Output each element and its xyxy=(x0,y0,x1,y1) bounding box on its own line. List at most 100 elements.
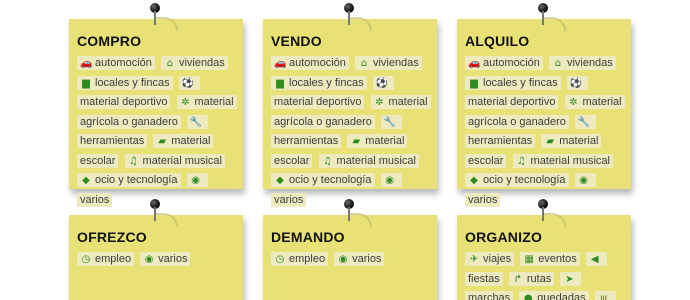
tag-list: 🚗 automoción ⌂ viviendas ▆ locales y fincas… xyxy=(465,54,625,209)
clock-icon: ◷ xyxy=(275,254,285,265)
wrench-icon: 🔧 xyxy=(383,116,397,128)
tag-ocio-y-tecnología[interactable]: ◆ ocio y tecnología xyxy=(271,173,375,187)
tag-list: ✈ viajes ▦ eventos ◀ fiestas ↱ rutas ➤ marcha… xyxy=(465,250,623,300)
tag-label: material musical xyxy=(142,154,222,167)
tag-viviendas[interactable]: ⌂ viviendas xyxy=(548,56,616,70)
cog-icon: ✲ xyxy=(181,97,190,108)
tag-ocio-y-tecnología[interactable]: ◆ ocio y tecnología xyxy=(465,173,569,187)
book-icon: ▰ xyxy=(158,136,167,147)
building-icon: ▆ xyxy=(470,77,478,89)
circle-dot-icon: ◉ xyxy=(579,175,588,186)
pushpin-icon xyxy=(150,3,178,35)
tag-label: automoción xyxy=(289,57,346,69)
tag-label: herramientas xyxy=(468,135,533,147)
note-compro: COMPRO 🚗 automoción ⌂ viviendas ▆ locales y… xyxy=(69,3,243,207)
tag-automoción[interactable]: 🚗 automoción xyxy=(271,56,349,70)
tag-material-musical[interactable]: ♫ material musical xyxy=(124,153,225,168)
tag-label: empleo xyxy=(95,253,132,265)
car-icon: 🚗 xyxy=(274,58,287,69)
pushpin-icon xyxy=(538,3,566,35)
note-alquilo: ALQUILO 🚗 automoción ⌂ viviendas ▆ locales … xyxy=(457,3,631,207)
tag-label: automoción xyxy=(483,57,540,69)
calendar-icon: ▦ xyxy=(524,254,534,265)
home-icon: ⌂ xyxy=(166,58,174,69)
music-icon: ♫ xyxy=(129,155,139,167)
pushpin-icon xyxy=(150,199,178,231)
music-icon: ♫ xyxy=(517,155,527,167)
tag-varios[interactable]: ◉ varios xyxy=(140,252,191,266)
tag-label: varios xyxy=(468,193,498,206)
soccer-ball-icon: ⚽ xyxy=(181,77,195,89)
tag-label: varios xyxy=(158,253,188,265)
tag-automoción[interactable]: 🚗 automoción xyxy=(465,56,543,70)
tag-locales-y-fincas[interactable]: ▆ locales y fincas xyxy=(271,75,367,90)
tag-label: ocio y tecnología xyxy=(483,174,566,186)
pushpin-icon xyxy=(344,199,372,231)
soccer-ball-icon: ⚽ xyxy=(569,77,583,89)
tag-quedadas[interactable]: ● quedadas xyxy=(519,291,589,300)
speaker-icon: ◀ xyxy=(590,254,599,265)
tag-list: 🚗 automoción ⌂ viviendas ▆ locales y fincas… xyxy=(77,54,237,209)
tag-label: herramientas xyxy=(80,135,145,147)
tag-ocio-y-tecnología[interactable]: ◆ ocio y tecnología xyxy=(77,173,181,187)
tag-locales-y-fincas[interactable]: ▆ locales y fincas xyxy=(77,75,173,90)
building-icon: ▆ xyxy=(82,77,90,89)
group-icon: ● xyxy=(523,293,533,300)
tag-label: varios xyxy=(274,193,304,206)
tag-automoción[interactable]: 🚗 automoción xyxy=(77,56,155,70)
cog-icon: ✲ xyxy=(375,97,384,108)
tag-label: marchas xyxy=(468,292,511,300)
tag-viviendas[interactable]: ⌂ viviendas xyxy=(160,56,228,70)
tag-material-musical[interactable]: ♫ material musical xyxy=(318,153,419,168)
tag-empleo[interactable]: ◷ empleo xyxy=(77,252,135,266)
tag-label: herramientas xyxy=(274,135,339,147)
soccer-ball-icon: ⚽ xyxy=(375,77,389,89)
tag-eventos[interactable]: ▦ eventos xyxy=(520,252,580,266)
tag-label: viviendas xyxy=(372,57,419,69)
plane-icon: ✈ xyxy=(469,254,479,265)
car-icon: 🚗 xyxy=(468,58,481,69)
book-icon: ▰ xyxy=(352,136,361,147)
home-icon: ⌂ xyxy=(360,58,368,69)
tag-label: ocio y tecnología xyxy=(95,174,178,186)
location-arrow-icon: ➤ xyxy=(565,273,574,285)
tag-empleo[interactable]: ◷ empleo xyxy=(271,252,329,266)
tag-label: fiestas xyxy=(468,272,500,285)
tags-icon: ◆ xyxy=(470,175,478,186)
tag-restaurant[interactable]: ψ xyxy=(594,291,616,300)
pushpin-icon xyxy=(538,199,566,231)
tag-material-musical[interactable]: ♫ material musical xyxy=(512,153,613,168)
clock-icon: ◷ xyxy=(81,254,91,265)
tag-rutas[interactable]: ↱ rutas xyxy=(508,271,555,286)
tag-varios[interactable]: ◉ varios xyxy=(334,252,385,266)
tag-label: empleo xyxy=(289,253,326,265)
tag-list: ◷ empleo ◉ varios xyxy=(77,250,235,270)
note-ofrezco: OFREZCO ◷ empleo ◉ varios xyxy=(69,199,243,300)
music-icon: ♫ xyxy=(323,155,333,167)
pushpin-icon xyxy=(344,3,372,35)
tag-label: viviendas xyxy=(566,57,613,69)
circle-dot-icon: ◉ xyxy=(144,254,154,265)
circle-dot-icon: ◉ xyxy=(338,254,348,265)
tag-list: 🚗 automoción ⌂ viviendas ▆ locales y fincas… xyxy=(271,54,431,209)
tag-label: material musical xyxy=(336,154,416,167)
tag-label: ocio y tecnología xyxy=(289,174,372,186)
route-icon: ↱ xyxy=(513,273,523,285)
tag-locales-y-fincas[interactable]: ▆ locales y fincas xyxy=(465,75,561,90)
tag-viajes[interactable]: ✈ viajes xyxy=(465,252,515,266)
tag-label: viviendas xyxy=(178,57,225,69)
home-icon: ⌂ xyxy=(554,58,562,69)
tag-label: eventos xyxy=(538,253,577,265)
circle-dot-icon: ◉ xyxy=(191,175,200,186)
tag-label: viajes xyxy=(483,253,512,265)
restaurant-icon: ψ xyxy=(600,293,607,300)
tag-label: locales y fincas xyxy=(95,76,170,89)
note-demando: DEMANDO ◷ empleo ◉ varios xyxy=(263,199,437,300)
building-icon: ▆ xyxy=(276,77,284,89)
tag-label: rutas xyxy=(526,272,552,285)
tag-label: material deportivo xyxy=(468,96,556,108)
tags-icon: ◆ xyxy=(82,175,90,186)
tag-label: automoción xyxy=(95,57,152,69)
tag-viviendas[interactable]: ⌂ viviendas xyxy=(354,56,422,70)
note-organizo: ORGANIZO ✈ viajes ▦ eventos ◀fiestas ↱ ruta… xyxy=(457,199,631,300)
